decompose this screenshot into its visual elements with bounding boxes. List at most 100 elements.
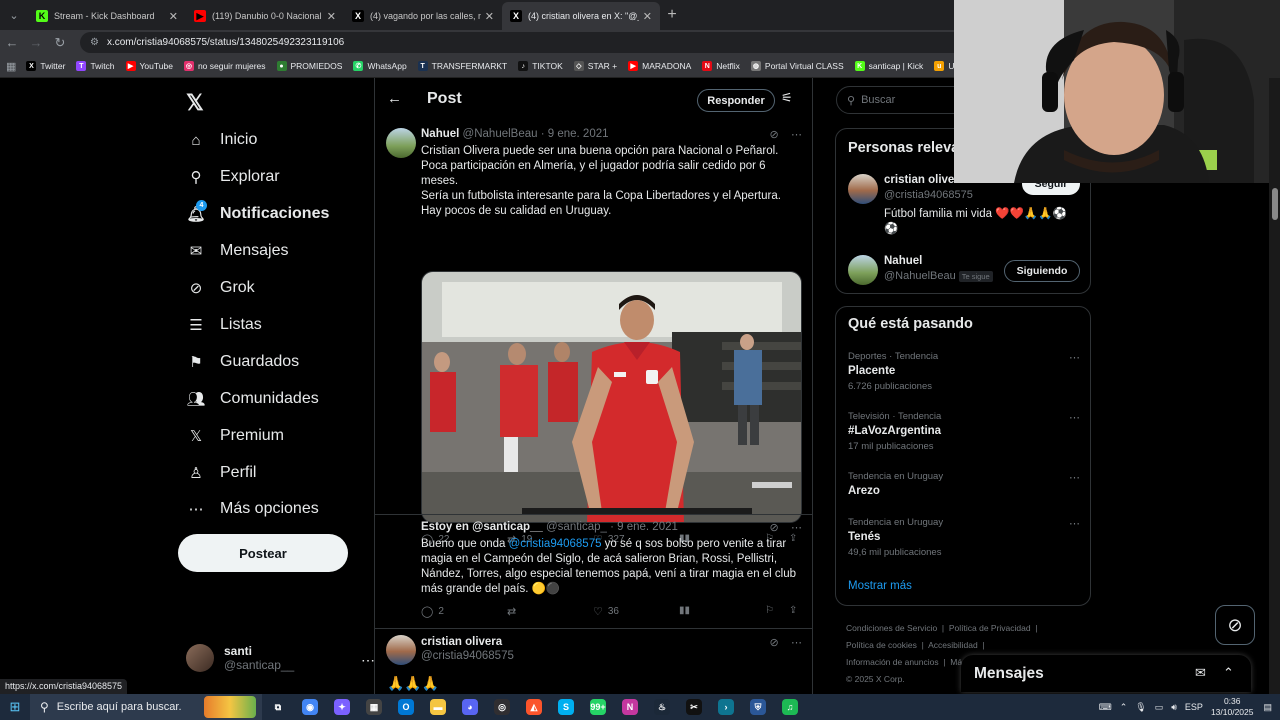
tweet[interactable]: Nahuel @NahuelBeau · 9 ene. 2021 ⊘ ⋯ Cri…: [375, 122, 812, 546]
retweet-action[interactable]: ⇄: [507, 605, 521, 618]
obs-icon[interactable]: ◎: [486, 694, 518, 720]
explorer-icon[interactable]: ▬: [422, 694, 454, 720]
grok-floating-button[interactable]: ⊘: [1215, 605, 1255, 645]
reply-action[interactable]: ◯ 2: [421, 605, 444, 618]
tweet-date[interactable]: · 9 ene. 2021: [610, 521, 678, 533]
footer-link[interactable]: Política de Privacidad: [949, 623, 1031, 633]
views-icon[interactable]: ▮▮: [679, 605, 690, 616]
discord-icon[interactable]: ◕: [454, 694, 486, 720]
grok-icon[interactable]: ⊘: [770, 522, 779, 534]
chrome-icon[interactable]: ◉: [294, 694, 326, 720]
capcut-icon[interactable]: ✂: [678, 694, 710, 720]
outlook-icon[interactable]: O: [390, 694, 422, 720]
tweet-image[interactable]: [421, 271, 802, 523]
mention-link[interactable]: @cristia94068575: [509, 538, 602, 550]
browser-tab[interactable]: X (4) cristian olivera en X: "@_san ✕: [502, 2, 660, 30]
sidebar-item-notificaciones[interactable]: 🔔︎ 4 Notificaciones: [186, 200, 329, 224]
avatar[interactable]: [386, 128, 416, 158]
avatar[interactable]: [386, 635, 416, 665]
notifications-icon[interactable]: ▤: [1263, 702, 1272, 713]
avatar[interactable]: [848, 174, 878, 204]
more-icon[interactable]: ⋯: [1069, 517, 1080, 530]
reply-button[interactable]: Responder: [697, 89, 775, 112]
reload-icon[interactable]: ↻: [48, 35, 72, 51]
person-handle[interactable]: @NahuelBeau Te sigue: [884, 270, 993, 282]
tab-search-icon[interactable]: ⌄: [0, 0, 28, 30]
bookmark-item[interactable]: Ksanticap | Kick: [854, 61, 923, 71]
url-input[interactable]: ⚙ x.com/cristia94068575/status/134802549…: [80, 32, 980, 53]
bookmark-item[interactable]: X Twitter: [26, 61, 65, 71]
copilot-icon[interactable]: ✦: [326, 694, 358, 720]
tray-expand-icon[interactable]: ⌃: [1120, 702, 1128, 713]
tweet-date[interactable]: · 9 ene. 2021: [541, 128, 609, 140]
trend-item[interactable]: Tendencia en Uruguay Tenés 49,6 mil public…: [848, 517, 1080, 558]
more-icon[interactable]: ⋯: [1069, 471, 1080, 484]
calculator-icon[interactable]: ▦: [358, 694, 390, 720]
onenote-icon[interactable]: N: [614, 694, 646, 720]
bookmark-item[interactable]: T TRANSFERMARKT: [417, 61, 507, 71]
show-more-link[interactable]: Mostrar más: [848, 580, 912, 592]
share-icon[interactable]: ⇪: [789, 605, 797, 616]
taskbar-search-input[interactable]: ⚲ Escribe aquí para buscar.: [30, 694, 262, 720]
clock[interactable]: 0:36 13/10/2025: [1211, 696, 1254, 718]
spotify-icon[interactable]: ♫: [774, 694, 806, 720]
windows-start-icon[interactable]: ⊞: [0, 699, 30, 715]
apps-icon[interactable]: ▦: [6, 60, 16, 73]
grok-icon[interactable]: ⊘: [770, 637, 779, 649]
following-button[interactable]: Siguiendo: [1004, 260, 1080, 282]
skype-icon[interactable]: S: [550, 694, 582, 720]
close-tab-icon[interactable]: ✕: [643, 10, 652, 23]
close-tab-icon[interactable]: ✕: [169, 10, 178, 23]
bookmark-item[interactable]: ◎ no seguir mujeres: [183, 61, 266, 71]
trend-item[interactable]: Televisión · Tendencia #LaVozArgentina 17 …: [848, 411, 1080, 452]
avatar[interactable]: [848, 255, 878, 285]
bookmark-item[interactable]: ✆ WhatsApp: [353, 61, 407, 71]
close-tab-icon[interactable]: ✕: [485, 10, 494, 23]
defender-icon[interactable]: ⛨: [742, 694, 774, 720]
forward-icon[interactable]: →: [24, 35, 48, 50]
sidebar-item-grok[interactable]: ⊘ Grok: [186, 278, 255, 298]
terminal-icon[interactable]: ›: [710, 694, 742, 720]
trend-item[interactable]: Tendencia en Uruguay Arezo ⋯: [848, 471, 1080, 497]
more-icon[interactable]: ⋯: [1069, 411, 1080, 424]
person-handle[interactable]: @cristia94068575: [884, 189, 973, 201]
tweet-author-handle[interactable]: @cristia94068575: [421, 650, 514, 662]
x-logo-icon[interactable]: 𝕏: [186, 90, 204, 116]
scroll-thumb[interactable]: [1272, 188, 1278, 220]
tweet[interactable]: Estoy en @santicap__ @santicap_ · 9 ene.…: [375, 518, 812, 628]
steam-icon[interactable]: ♨: [646, 694, 678, 720]
like-action[interactable]: ♡ 36: [593, 605, 619, 618]
site-info-icon[interactable]: ⚙: [90, 37, 99, 48]
tweet-author-name[interactable]: Nahuel: [421, 128, 459, 140]
grok-icon[interactable]: ⊘: [770, 129, 779, 141]
bookmark-item[interactable]: ▶ YouTube: [125, 61, 173, 71]
tweet-author-handle[interactable]: @NahuelBeau: [463, 128, 538, 140]
sidebar-item-perfil[interactable]: ♙ Perfil: [186, 463, 256, 483]
bookmark-item[interactable]: N Netflix: [702, 61, 740, 71]
back-arrow-icon[interactable]: ←: [387, 90, 402, 107]
browser-tab[interactable]: X (4) vagando por las calles, mira ✕: [344, 2, 502, 30]
footer-link[interactable]: Información de anuncios: [846, 657, 939, 667]
sidebar-item-m-s-opciones[interactable]: ⋯ Más opciones: [186, 499, 319, 519]
bookmark-item[interactable]: T Twitch: [76, 61, 115, 71]
bookmark-item[interactable]: ◍ Portal Virtual CLASS: [750, 61, 844, 71]
more-icon[interactable]: ⋯: [791, 522, 802, 534]
sidebar-item-explorar[interactable]: ⚲ Explorar: [186, 167, 280, 187]
tweet-author-handle[interactable]: @santicap_: [546, 521, 607, 533]
sidebar-item-mensajes[interactable]: ✉ Mensajes: [186, 241, 289, 261]
post-button[interactable]: Postear: [178, 534, 348, 572]
whatsapp-icon[interactable]: 99+: [582, 694, 614, 720]
person-name[interactable]: Nahuel: [884, 255, 922, 267]
sidebar-item-listas[interactable]: ☰ Listas: [186, 315, 262, 335]
back-icon[interactable]: ←: [0, 35, 24, 50]
new-message-icon[interactable]: ✉: [1195, 665, 1206, 681]
footer-link[interactable]: Condiciones de Servicio: [846, 623, 937, 633]
new-tab-button[interactable]: +: [660, 6, 684, 24]
bookmark-item[interactable]: ● PROMIEDOS: [276, 61, 342, 71]
footer-link[interactable]: Accesibilidad: [928, 640, 978, 650]
messages-drawer[interactable]: Mensajes ✉ ⌃: [961, 655, 1251, 692]
bookmark-item[interactable]: ◇ STAR +: [573, 61, 617, 71]
sidebar-item-guardados[interactable]: ⚑ Guardados: [186, 352, 299, 372]
volume-icon[interactable]: 🔊︎: [1171, 702, 1177, 713]
more-icon[interactable]: ⋯: [791, 129, 802, 141]
